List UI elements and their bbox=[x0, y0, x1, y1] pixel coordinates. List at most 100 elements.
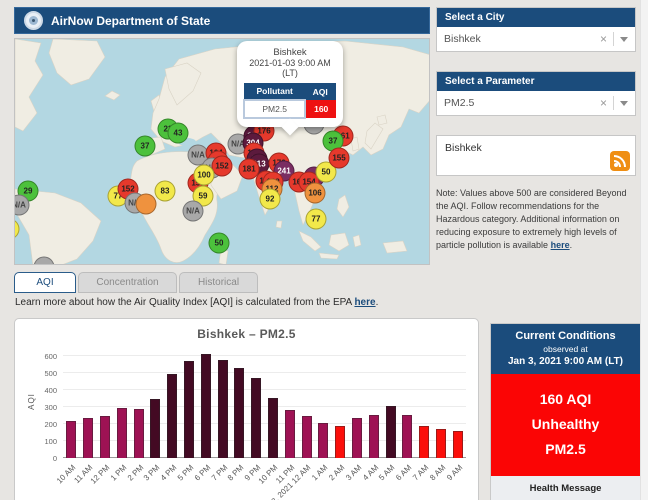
chart-bar[interactable] bbox=[268, 398, 278, 458]
chart-bar-slot bbox=[248, 347, 265, 458]
rss-feed-box: Bishkek bbox=[436, 135, 636, 176]
map-marker[interactable]: 152 bbox=[212, 156, 233, 177]
chevron-down-icon[interactable] bbox=[620, 101, 628, 106]
chart-bar[interactable] bbox=[369, 415, 379, 458]
map-marker[interactable]: N/A bbox=[183, 201, 204, 222]
world-aqi-map[interactable]: 37234329N/A77152N/A8315359N/AN/A164166N/… bbox=[14, 38, 430, 265]
chart-bar[interactable] bbox=[302, 416, 312, 458]
chart-bar-slot bbox=[365, 347, 382, 458]
conditions-aqi-category: Unhealthy bbox=[495, 412, 636, 437]
popup-timezone: (LT) bbox=[242, 68, 338, 78]
chart-bar[interactable] bbox=[352, 418, 362, 458]
map-marker[interactable]: 106 bbox=[305, 183, 326, 204]
popup-aqi-value: 160 bbox=[305, 100, 336, 118]
map-marker[interactable]: 50 bbox=[209, 233, 230, 254]
chart-bar[interactable] bbox=[386, 406, 396, 458]
conditions-observed-at: observed at bbox=[495, 344, 636, 354]
chart-bar[interactable] bbox=[83, 418, 93, 458]
chart-bars-layer bbox=[63, 347, 466, 458]
chart-bar[interactable] bbox=[150, 399, 160, 458]
chart-bar[interactable] bbox=[285, 410, 295, 458]
chart-bar[interactable] bbox=[318, 423, 328, 458]
conditions-pollutant: PM2.5 bbox=[495, 437, 636, 462]
map-marker[interactable]: 37 bbox=[135, 136, 156, 157]
map-marker[interactable]: 83 bbox=[155, 181, 176, 202]
tab-historical[interactable]: Historical bbox=[179, 272, 258, 293]
city-select-value: Bishkek bbox=[444, 33, 594, 45]
parameter-clear-icon[interactable]: × bbox=[594, 96, 613, 110]
chart-bar-slot bbox=[181, 347, 198, 458]
map-marker[interactable] bbox=[136, 194, 157, 215]
select-divider bbox=[613, 32, 614, 46]
chart-bar-slot bbox=[231, 347, 248, 458]
chevron-down-icon[interactable] bbox=[620, 37, 628, 42]
chart-bar-slot bbox=[449, 347, 466, 458]
chart-y-tick-label: 300 bbox=[31, 403, 57, 412]
chart-bar-slot bbox=[315, 347, 332, 458]
aqi-bar-chart: Bishkek – PM2.5 AQI 0100200300400500600 … bbox=[14, 318, 479, 500]
map-marker[interactable]: 92 bbox=[260, 189, 281, 210]
view-tabs: AQI Concentration Historical bbox=[14, 272, 258, 293]
popup-aqi-header: AQI bbox=[305, 83, 336, 100]
chart-bar-slot bbox=[399, 347, 416, 458]
note-here-link[interactable]: here bbox=[551, 240, 570, 250]
chart-bar[interactable] bbox=[167, 374, 177, 458]
chart-bar-slot bbox=[349, 347, 366, 458]
tab-concentration[interactable]: Concentration bbox=[78, 272, 177, 293]
chart-bar[interactable] bbox=[100, 416, 110, 458]
chart-bar-slot bbox=[265, 347, 282, 458]
parameter-panel-title: Select a Parameter bbox=[437, 72, 635, 91]
chart-bar-slot bbox=[416, 347, 433, 458]
popup-datetime: 2021-01-03 9:00 AM bbox=[242, 58, 338, 68]
chart-bar[interactable] bbox=[402, 415, 412, 458]
popup-pollutant-value: PM2.5 bbox=[244, 100, 305, 118]
map-marker[interactable]: 155 bbox=[329, 148, 350, 169]
city-select[interactable]: Bishkek × bbox=[437, 27, 635, 51]
chart-bar-slot bbox=[281, 347, 298, 458]
learn-more-text: Learn more about how the Air Quality Ind… bbox=[15, 297, 378, 308]
conditions-title: Current Conditions bbox=[495, 330, 636, 342]
rss-city-label: Bishkek bbox=[445, 142, 482, 154]
chart-bar-slot bbox=[298, 347, 315, 458]
chart-bar[interactable] bbox=[436, 429, 446, 458]
chart-bar[interactable] bbox=[184, 361, 194, 458]
map-marker[interactable]: 43 bbox=[168, 123, 189, 144]
chart-bar[interactable] bbox=[419, 426, 429, 458]
chart-bar-slot bbox=[130, 347, 147, 458]
parameter-select[interactable]: PM2.5 × bbox=[437, 91, 635, 115]
chart-bar-slot bbox=[113, 347, 130, 458]
chart-bar[interactable] bbox=[218, 360, 228, 458]
rss-icon[interactable] bbox=[610, 151, 630, 171]
epa-here-link[interactable]: here bbox=[354, 297, 375, 308]
chart-bar[interactable] bbox=[134, 409, 144, 458]
chart-bar-slot bbox=[332, 347, 349, 458]
city-clear-icon[interactable]: × bbox=[594, 32, 613, 46]
conditions-datetime: Jan 3, 2021 9:00 AM (LT) bbox=[495, 356, 636, 367]
chart-bar-slot bbox=[214, 347, 231, 458]
chart-bar[interactable] bbox=[453, 431, 463, 458]
chart-y-tick-label: 200 bbox=[31, 420, 57, 429]
sidebar: Select a City Bishkek × Select a Paramet… bbox=[436, 7, 636, 252]
chart-bar[interactable] bbox=[201, 354, 211, 458]
chart-bar[interactable] bbox=[251, 378, 261, 458]
app-title: AirNow Department of State bbox=[51, 14, 210, 28]
map-marker[interactable]: 100 bbox=[194, 165, 215, 186]
parameter-select-value: PM2.5 bbox=[444, 97, 594, 109]
parameter-panel: Select a Parameter PM2.5 × bbox=[436, 71, 636, 116]
chart-y-tick-label: 0 bbox=[31, 454, 57, 463]
chart-bar[interactable] bbox=[234, 368, 244, 458]
health-message-section: Health Message Everyone may begin to exp… bbox=[491, 476, 640, 500]
tab-aqi[interactable]: AQI bbox=[14, 272, 76, 293]
map-popup: Bishkek 2021-01-03 9:00 AM (LT) Pollutan… bbox=[237, 41, 343, 127]
map-marker[interactable]: 77 bbox=[306, 209, 327, 230]
chart-bar-slot bbox=[433, 347, 450, 458]
app-header: AirNow Department of State bbox=[14, 7, 430, 34]
note-suffix: . bbox=[570, 240, 573, 250]
select-divider bbox=[613, 96, 614, 110]
chart-bar-slot bbox=[164, 347, 181, 458]
page-scrollbar[interactable] bbox=[640, 0, 648, 500]
chart-bar[interactable] bbox=[66, 421, 76, 458]
conditions-header: Current Conditions observed at Jan 3, 20… bbox=[491, 324, 640, 374]
chart-bar[interactable] bbox=[335, 426, 345, 458]
chart-bar[interactable] bbox=[117, 408, 127, 458]
